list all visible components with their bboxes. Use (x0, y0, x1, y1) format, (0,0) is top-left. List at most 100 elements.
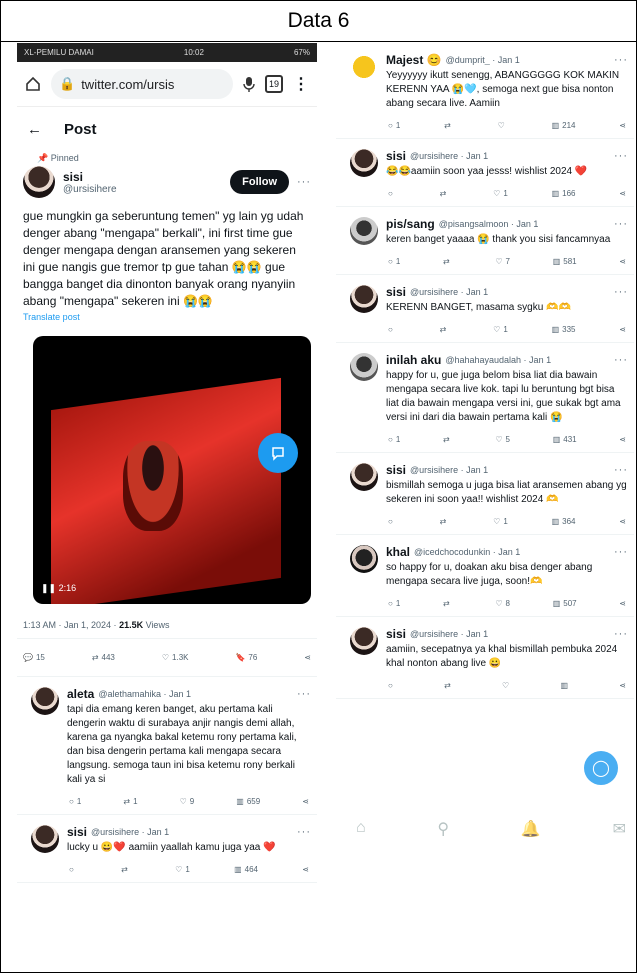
views-button[interactable]: ▥ 659 (236, 797, 260, 806)
views-button[interactable]: ▥ 581 (553, 257, 577, 266)
share-icon[interactable]: ⋖ (619, 435, 626, 444)
translate-link[interactable]: Translate post (17, 312, 317, 322)
like-button[interactable]: ♡ 1 (493, 325, 508, 334)
more-options-icon[interactable]: ··· (614, 546, 628, 558)
repost-button[interactable]: ⇄ (443, 257, 453, 266)
reply-button[interactable]: ○ 1 (388, 121, 400, 130)
reply-item[interactable]: Majest 😊 @dumprit_ · Jan 1 ··· Yeyyyyyy … (336, 43, 634, 139)
avatar[interactable] (23, 166, 55, 198)
messages-icon[interactable]: ✉ (613, 819, 626, 839)
notifications-icon[interactable]: 🔔 (521, 819, 541, 839)
reply-author-name[interactable]: sisi (386, 627, 406, 641)
share-icon[interactable]: ⋖ (302, 865, 309, 874)
views-button[interactable]: ▥ 507 (553, 599, 577, 608)
back-arrow-icon[interactable]: ← (27, 121, 42, 138)
share-icon[interactable]: ⋖ (302, 797, 309, 806)
views-button[interactable]: ▥ 214 (552, 121, 576, 130)
repost-button[interactable]: ⇄ (444, 681, 454, 690)
reply-author-name[interactable]: aleta (67, 687, 94, 701)
avatar[interactable] (350, 353, 378, 381)
compose-fab-icon[interactable]: ◯ (584, 751, 618, 785)
reply-button[interactable]: ○ (388, 517, 396, 526)
like-button[interactable]: ♡ 7 (495, 257, 510, 266)
reply-author-name[interactable]: sisi (386, 463, 406, 477)
reply-author-name[interactable]: sisi (386, 285, 406, 299)
share-icon[interactable]: ⋖ (619, 257, 626, 266)
tab-count-button[interactable]: 19 (265, 75, 283, 93)
views-button[interactable]: ▥ 166 (552, 189, 576, 198)
share-icon[interactable]: ⋖ (619, 599, 626, 608)
author-handle[interactable]: @ursisihere (63, 184, 117, 195)
reply-author-name[interactable]: sisi (67, 825, 87, 839)
avatar[interactable] (350, 545, 378, 573)
share-icon[interactable]: ⋖ (619, 121, 626, 130)
share-icon[interactable]: ⋖ (619, 681, 626, 690)
repost-button[interactable]: ⇄ (121, 865, 131, 874)
like-button[interactable]: ♡ 8 (495, 599, 510, 608)
reply-button[interactable]: ○ (388, 325, 396, 334)
repost-button[interactable]: ⇄ (443, 599, 453, 608)
more-options-icon[interactable]: ··· (297, 688, 311, 700)
reply-item[interactable]: sisi @ursisihere · Jan 1 ··· bismillah s… (336, 453, 634, 535)
reply-button[interactable]: ○ (388, 189, 396, 198)
share-icon[interactable]: ⋖ (304, 653, 311, 662)
reply-item[interactable]: aleta @alethamahika · Jan 1 ··· tapi dia… (17, 677, 317, 815)
avatar[interactable] (31, 825, 59, 853)
reply-item[interactable]: inilah aku @hahahayaudalah · Jan 1 ··· h… (336, 343, 634, 453)
reply-item[interactable]: sisi @ursisihere · Jan 1 ··· KERENN BANG… (336, 275, 634, 343)
like-button[interactable]: ♡ (502, 681, 512, 690)
author-name[interactable]: sisi (63, 170, 117, 184)
reply-button[interactable]: ○ (69, 865, 77, 874)
avatar[interactable] (350, 627, 378, 655)
repost-button[interactable]: ⇄ (444, 121, 454, 130)
avatar[interactable] (350, 217, 378, 245)
reply-item[interactable]: pis/sang @pisangsalmoon · Jan 1 ··· kere… (336, 207, 634, 275)
reply-button[interactable]: ○ 1 (388, 599, 400, 608)
repost-button[interactable]: ⇄ 443 (92, 653, 115, 662)
more-options-icon[interactable]: ··· (297, 176, 311, 188)
like-button[interactable]: ♡ 1 (493, 189, 508, 198)
reply-author-name[interactable]: Majest 😊 (386, 53, 442, 67)
more-options-icon[interactable]: ··· (297, 826, 311, 838)
views-button[interactable]: ▥ 335 (552, 325, 576, 334)
repost-button[interactable]: ⇄ (443, 435, 453, 444)
follow-button[interactable]: Follow (230, 170, 289, 194)
menu-kebab-icon[interactable]: ⋮ (293, 74, 309, 94)
like-button[interactable]: ♡ 1 (493, 517, 508, 526)
reply-button[interactable]: ○ 1 (388, 257, 400, 266)
reply-button[interactable]: 💬 15 (23, 653, 45, 662)
share-icon[interactable]: ⋖ (619, 189, 626, 198)
reply-item[interactable]: sisi @ursisihere · Jan 1 ··· lucky u 😀❤️… (17, 815, 317, 883)
reply-author-name[interactable]: pis/sang (386, 217, 435, 231)
more-options-icon[interactable]: ··· (614, 54, 628, 66)
avatar[interactable] (350, 149, 378, 177)
reply-author-name[interactable]: sisi (386, 149, 406, 163)
home-icon[interactable] (25, 76, 41, 92)
reply-button[interactable]: ○ (388, 681, 396, 690)
like-button[interactable]: ♡ 5 (495, 435, 510, 444)
avatar[interactable] (350, 53, 378, 81)
search-icon[interactable]: ⚲ (437, 819, 449, 839)
reply-author-name[interactable]: khal (386, 545, 410, 559)
like-button[interactable]: ♡ (498, 121, 508, 130)
reply-author-name[interactable]: inilah aku (386, 353, 441, 367)
compose-fab-icon[interactable] (258, 433, 298, 473)
like-button[interactable]: ♡ 9 (180, 797, 195, 806)
more-options-icon[interactable]: ··· (614, 628, 628, 640)
more-options-icon[interactable]: ··· (614, 286, 628, 298)
mic-icon[interactable] (243, 76, 255, 92)
reply-item[interactable]: sisi @ursisihere · Jan 1 ··· 😂😂aamiin so… (336, 139, 634, 207)
bookmark-button[interactable]: 🔖 76 (235, 653, 257, 662)
views-button[interactable]: ▥ (560, 681, 571, 690)
reply-button[interactable]: ○ 1 (388, 435, 400, 444)
like-button[interactable]: ♡ 1.3K (162, 653, 189, 662)
more-options-icon[interactable]: ··· (614, 464, 628, 476)
home-icon[interactable]: ⌂ (356, 819, 366, 839)
avatar[interactable] (350, 285, 378, 313)
views-button[interactable]: ▥ 431 (553, 435, 577, 444)
share-icon[interactable]: ⋖ (619, 325, 626, 334)
repost-button[interactable]: ⇄ 1 (123, 797, 137, 806)
repost-button[interactable]: ⇄ (440, 517, 450, 526)
repost-button[interactable]: ⇄ (440, 325, 450, 334)
repost-button[interactable]: ⇄ (440, 189, 450, 198)
